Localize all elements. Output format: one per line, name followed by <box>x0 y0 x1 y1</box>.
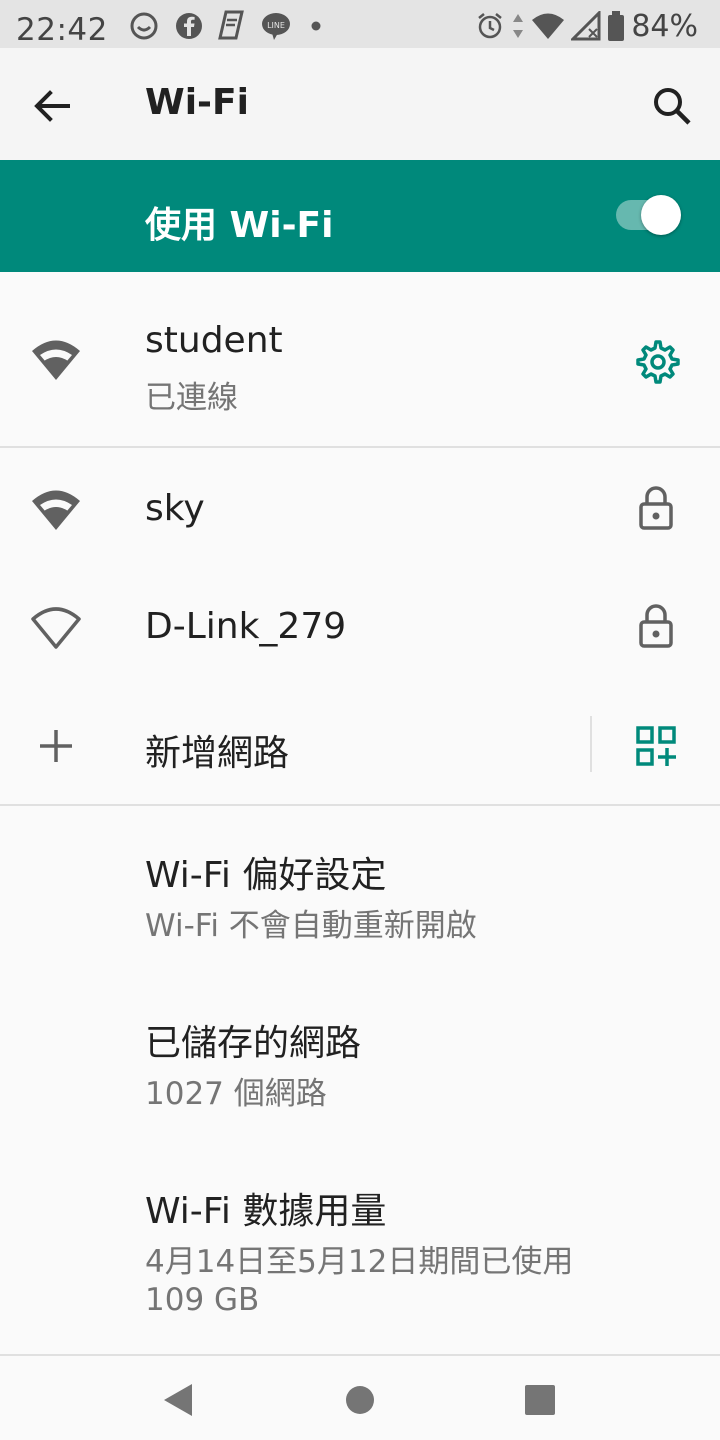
messenger-icon <box>130 12 158 40</box>
nav-home-icon[interactable] <box>340 1380 380 1420</box>
svg-text:LINE: LINE <box>267 21 285 30</box>
pref-subtitle: 1027 個網路 <box>145 1076 327 1112</box>
wifi-master-switch[interactable]: 使用 Wi-Fi <box>0 160 720 272</box>
battery-percent: 84% <box>631 8 698 44</box>
search-icon[interactable] <box>650 84 694 128</box>
battery-icon <box>608 11 625 41</box>
connected-network-status: 已連線 <box>145 380 238 416</box>
network-name: D-Link_279 <box>145 606 347 647</box>
network-row-sky[interactable]: sky <box>0 448 720 566</box>
saved-networks-item[interactable]: 已儲存的網路 1027 個網路 <box>0 976 720 1144</box>
facebook-icon <box>176 13 202 39</box>
pref-subtitle-line2: 109 GB <box>145 1282 260 1318</box>
nav-back-icon[interactable] <box>158 1380 198 1420</box>
wifi-data-usage-item[interactable]: Wi-Fi 數據用量 4月14日至5月12日期間已使用 109 GB <box>0 1144 720 1352</box>
vertical-divider <box>590 716 592 772</box>
wifi-preferences-item[interactable]: Wi-Fi 偏好設定 Wi-Fi 不會自動重新開啟 <box>0 806 720 976</box>
pref-title: 已儲存的網路 <box>145 1023 362 1064</box>
status-right: 84% <box>475 8 698 44</box>
pref-subtitle: Wi-Fi 不會自動重新開啟 <box>145 908 477 944</box>
navigation-bar <box>0 1354 720 1440</box>
data-arrows-icon <box>513 14 524 38</box>
wifi-icon <box>32 490 80 530</box>
pref-subtitle-line1: 4月14日至5月12日期間已使用 <box>145 1244 574 1280</box>
gear-icon[interactable] <box>632 338 680 386</box>
qr-code-icon[interactable] <box>632 722 680 770</box>
wifi-icon <box>32 340 80 380</box>
alarm-icon <box>478 13 503 39</box>
cell-signal-icon <box>571 11 601 41</box>
status-bar: 22:42 LINE 84% <box>0 0 720 48</box>
connected-network-row[interactable]: student 已連線 <box>0 272 720 448</box>
add-network-row[interactable]: 新增網路 <box>0 684 720 804</box>
wifi-master-label: 使用 Wi-Fi <box>145 205 334 246</box>
add-network-label: 新增網路 <box>145 733 290 774</box>
plus-icon <box>40 730 72 762</box>
lock-icon <box>639 486 673 530</box>
connected-network-name: student <box>145 320 283 361</box>
line-icon: LINE <box>262 13 290 40</box>
toggle-thumb[interactable] <box>641 195 681 235</box>
status-time: 22:42 <box>16 12 108 48</box>
lock-icon <box>639 604 673 648</box>
notification-icons: LINE <box>128 10 326 42</box>
nav-recents-icon[interactable] <box>520 1380 560 1420</box>
page-title: Wi-Fi <box>145 82 249 123</box>
network-row-d-link[interactable]: D-Link_279 <box>0 566 720 684</box>
network-name: sky <box>145 488 205 529</box>
app-bar: Wi-Fi <box>0 48 720 160</box>
wifi-signal-icon <box>532 13 565 39</box>
pref-title: Wi-Fi 偏好設定 <box>145 855 387 896</box>
dot-icon <box>311 21 321 31</box>
notes-icon <box>218 10 244 40</box>
wifi-outline-icon <box>31 607 81 649</box>
back-arrow-icon[interactable] <box>30 84 74 128</box>
pref-title: Wi-Fi 數據用量 <box>145 1191 387 1232</box>
